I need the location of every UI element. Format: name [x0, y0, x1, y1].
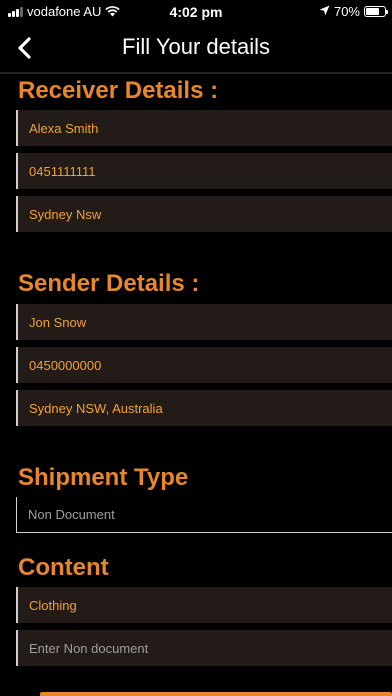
location-arrow-icon — [319, 4, 330, 19]
nav-divider — [0, 72, 392, 74]
page-title: Fill Your details — [122, 34, 270, 59]
sender-phone-value: 0450000000 — [29, 357, 102, 373]
status-right: 70% — [319, 4, 388, 19]
non-document-input[interactable]: Enter Non document — [16, 630, 392, 666]
sender-phone-field[interactable]: 0450000000 — [16, 347, 392, 383]
shipment-type-placeholder: Non Document — [28, 507, 115, 522]
receiver-address-field[interactable]: Sydney Nsw — [16, 196, 392, 232]
sender-section-title: Sender Details : — [18, 270, 200, 297]
receiver-phone-value: 0451111111 — [29, 163, 96, 179]
content-section-title: Content — [18, 554, 109, 581]
battery-percent: 70% — [333, 4, 360, 19]
sender-name-value: Jon Snow — [29, 314, 87, 330]
sender-address-value: Sydney NSW, Australia — [29, 400, 163, 416]
shipment-section-title: Shipment Type — [18, 464, 189, 491]
battery-fill — [366, 8, 379, 15]
submit-button-edge[interactable] — [40, 692, 392, 696]
status-bar: vodafone AU 4:02 pm 70% — [0, 0, 392, 24]
nav-bar: Fill Your details — [0, 24, 392, 72]
battery-icon — [364, 6, 388, 17]
receiver-section-title: Receiver Details : — [18, 77, 219, 104]
content-value: Clothing — [29, 597, 77, 613]
receiver-name-value: Alexa Smith — [29, 120, 99, 136]
non-document-placeholder: Enter Non document — [29, 640, 149, 656]
receiver-phone-field[interactable]: 0451111111 — [16, 153, 392, 189]
sender-address-field[interactable]: Sydney NSW, Australia — [16, 390, 392, 426]
receiver-name-field[interactable]: Alexa Smith — [16, 110, 392, 146]
shipment-type-dropdown[interactable]: Non Document — [16, 497, 392, 533]
content-field[interactable]: Clothing — [16, 587, 392, 623]
sender-name-field[interactable]: Jon Snow — [16, 304, 392, 340]
receiver-address-value: Sydney Nsw — [29, 206, 102, 222]
